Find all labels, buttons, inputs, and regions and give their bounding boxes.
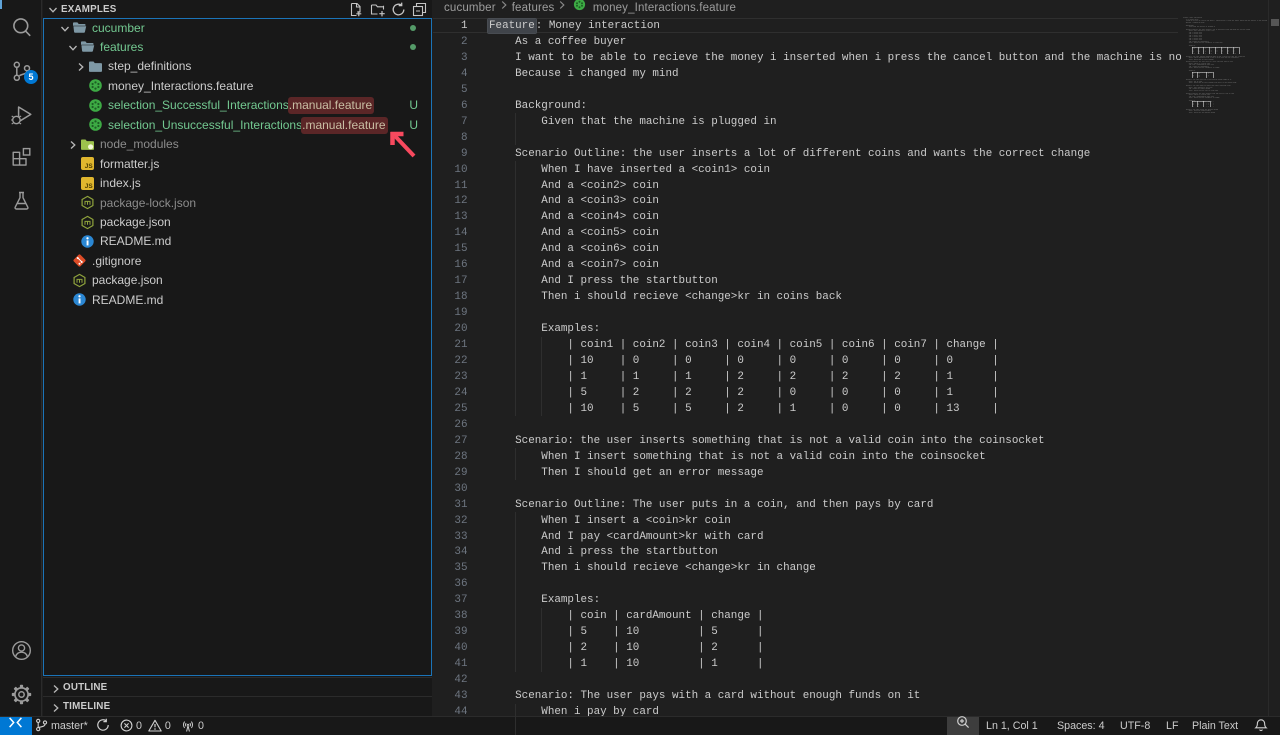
svg-text:JS: JS: [85, 163, 94, 170]
svg-text:JS: JS: [85, 183, 94, 190]
